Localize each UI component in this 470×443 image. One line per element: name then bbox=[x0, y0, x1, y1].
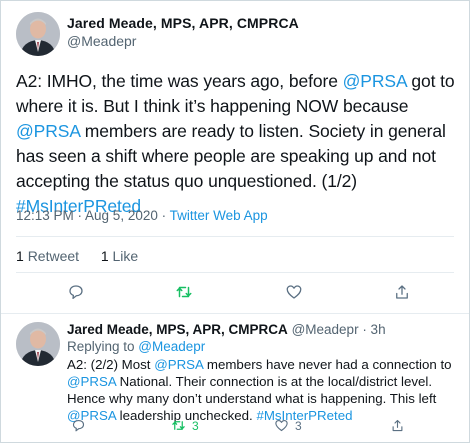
avatar[interactable] bbox=[16, 322, 60, 366]
replying-to: Replying to @Meadepr bbox=[67, 339, 205, 354]
mention-link[interactable]: @PRSA bbox=[343, 71, 407, 91]
reply-tweet[interactable]: Jared Meade, MPS, APR, CMPRCA @Meadepr ·… bbox=[1, 314, 469, 442]
reply-icon bbox=[69, 285, 83, 300]
tweet-thread: Jared Meade, MPS, APR, CMPRCA @Meadepr A… bbox=[0, 0, 470, 443]
share-button[interactable] bbox=[391, 281, 413, 303]
retweets-label: Retweet bbox=[27, 248, 80, 264]
retweet-button[interactable]: 3 bbox=[171, 418, 199, 433]
likes-count: 1 bbox=[100, 248, 109, 264]
mention-link[interactable]: @PRSA bbox=[16, 121, 80, 141]
reply-icon bbox=[72, 419, 85, 432]
like-icon bbox=[275, 419, 288, 432]
tweet-text: A2: IMHO, the time was years ago, before… bbox=[16, 69, 461, 219]
retweet-icon bbox=[176, 286, 192, 298]
display-name[interactable]: Jared Meade, MPS, APR, CMPRCA bbox=[67, 322, 288, 337]
handle-time[interactable]: @Meadepr · 3h bbox=[292, 322, 386, 337]
text-segment: A2: (2/2) Most bbox=[67, 357, 155, 372]
mention-link[interactable]: @PRSA bbox=[154, 357, 203, 372]
engagement-stats: 1 Retweet 1 Like bbox=[16, 248, 138, 264]
share-icon bbox=[396, 285, 408, 299]
retweet-button[interactable] bbox=[173, 281, 195, 303]
likes-label: Like bbox=[112, 248, 139, 264]
reply-button[interactable] bbox=[65, 281, 87, 303]
divider bbox=[16, 236, 454, 237]
avatar-photo bbox=[16, 322, 60, 366]
avatar-photo bbox=[16, 12, 60, 56]
user-handle[interactable]: @Meadepr bbox=[67, 33, 136, 49]
replying-to-link[interactable]: @Meadepr bbox=[138, 339, 205, 354]
display-name[interactable]: Jared Meade, MPS, APR, CMPRCA bbox=[67, 15, 299, 31]
share-icon bbox=[392, 419, 403, 432]
like-button[interactable] bbox=[283, 281, 305, 303]
text-segment: A2: IMHO, the time was years ago, before bbox=[16, 71, 343, 91]
divider bbox=[16, 272, 454, 273]
text-segment: members are ready to listen. Society in … bbox=[16, 121, 446, 191]
tweet-source-link[interactable]: Twitter Web App bbox=[170, 208, 268, 223]
tweet-timestamp[interactable]: 12:13 PM · Aug 5, 2020 · bbox=[16, 208, 170, 223]
retweet-count: 3 bbox=[192, 418, 199, 433]
replying-prefix: Replying to bbox=[67, 339, 139, 354]
reply-text: A2: (2/2) Most @PRSA members have never … bbox=[67, 356, 463, 424]
reply-action-bar: 3 3 bbox=[67, 418, 447, 436]
like-icon bbox=[286, 285, 302, 299]
like-button[interactable]: 3 bbox=[274, 418, 302, 433]
reply-button[interactable] bbox=[71, 418, 86, 433]
like-count: 3 bbox=[295, 418, 302, 433]
text-segment: National. Their connection is at the loc… bbox=[67, 374, 437, 406]
share-button[interactable] bbox=[390, 418, 405, 433]
retweet-icon bbox=[172, 421, 185, 430]
action-bar bbox=[1, 281, 470, 305]
avatar[interactable] bbox=[16, 12, 60, 56]
like-stat[interactable]: 1 Like bbox=[101, 248, 138, 264]
retweet-stat[interactable]: 1 Retweet bbox=[16, 248, 79, 264]
reply-header: Jared Meade, MPS, APR, CMPRCA @Meadepr ·… bbox=[67, 322, 386, 337]
text-segment: members have never had a connection to bbox=[203, 357, 452, 372]
retweets-count: 1 bbox=[16, 248, 24, 264]
tweet-meta: 12:13 PM · Aug 5, 2020 · Twitter Web App bbox=[16, 208, 268, 223]
mention-link[interactable]: @PRSA bbox=[67, 374, 116, 389]
